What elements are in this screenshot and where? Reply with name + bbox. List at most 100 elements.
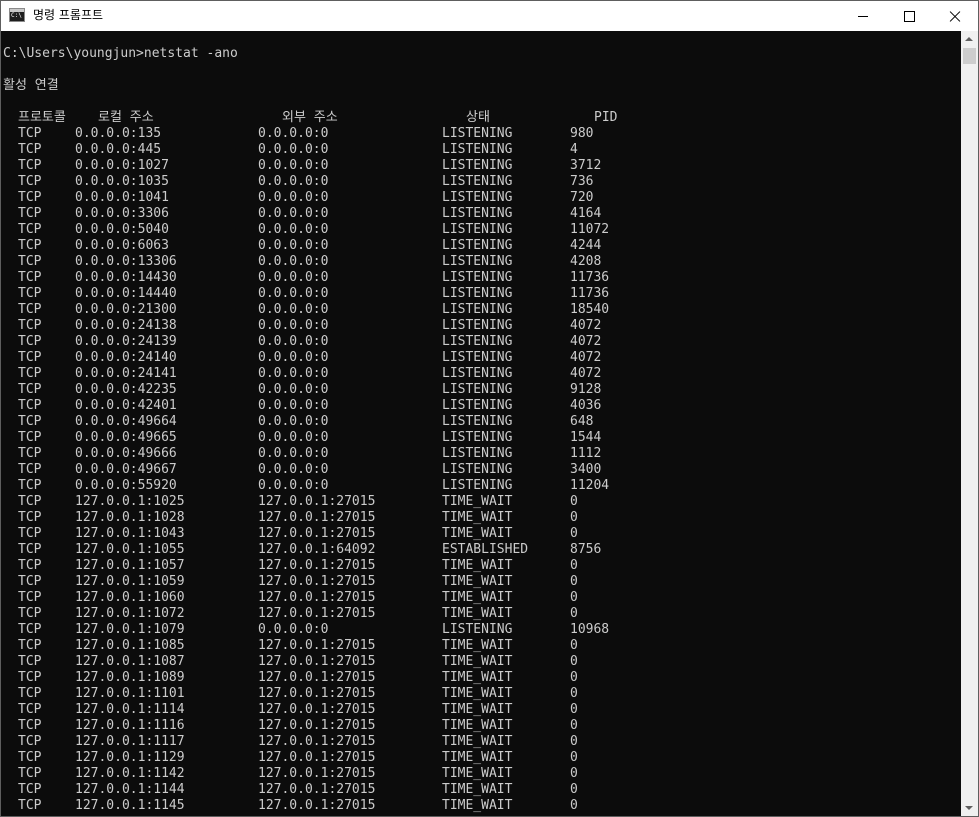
table-row: TCP 0.0.0.0:445 0.0.0.0:0 LISTENING 4 [1, 142, 961, 158]
cell-foreign: 127.0.0.1:27015 [258, 590, 376, 605]
cell-state: LISTENING [442, 126, 513, 141]
table-row: TCP 127.0.0.1:1101 127.0.0.1:27015 TIME_WAI… [1, 686, 961, 702]
cell-local: 0.0.0.0:49664 [75, 414, 177, 429]
cell-proto: TCP [18, 366, 42, 381]
minimize-button[interactable] [840, 1, 886, 31]
cell-pid: 0 [570, 510, 578, 525]
cell-pid: 11736 [570, 270, 610, 285]
cell-state: LISTENING [442, 350, 513, 365]
cell-state: ESTABLISHED [442, 542, 529, 557]
cell-pid: 11072 [570, 222, 610, 237]
cell-foreign: 0.0.0.0:0 [258, 190, 329, 205]
cell-foreign: 127.0.0.1:27015 [258, 702, 376, 717]
maximize-button[interactable] [886, 1, 932, 31]
table-row: TCP 127.0.0.1:1114 127.0.0.1:27015 TIME_WAI… [1, 702, 961, 718]
close-button[interactable] [932, 1, 978, 31]
cell-foreign: 0.0.0.0:0 [258, 318, 329, 333]
cell-state: LISTENING [442, 302, 513, 317]
cell-pid: 4208 [570, 254, 602, 269]
command-prompt-window: 명령 프롬프트 C:\Users\youngjun>netstat -ano 활… [0, 0, 979, 817]
cell-pid: 0 [570, 670, 578, 685]
vertical-scrollbar[interactable] [961, 31, 978, 816]
cell-proto: TCP [18, 654, 42, 669]
scroll-up-arrow-icon[interactable] [961, 31, 978, 48]
table-row: TCP 0.0.0.0:1041 0.0.0.0:0 LISTENING 720 [1, 190, 961, 206]
table-row: TCP 0.0.0.0:49666 0.0.0.0:0 LISTENING 1112 [1, 446, 961, 462]
table-row: TCP 0.0.0.0:135 0.0.0.0:0 LISTENING 980 [1, 126, 961, 142]
console-output[interactable]: C:\Users\youngjun>netstat -ano 활성 연결 프로토… [1, 31, 961, 816]
cell-pid: 0 [570, 734, 578, 749]
cell-state: LISTENING [442, 478, 513, 493]
cell-foreign: 0.0.0.0:0 [258, 414, 329, 429]
table-row: TCP 0.0.0.0:13306 0.0.0.0:0 LISTENING 4208 [1, 254, 961, 270]
cell-local: 0.0.0.0:24138 [75, 318, 177, 333]
cell-proto: TCP [18, 702, 42, 717]
cell-foreign: 127.0.0.1:27015 [258, 510, 376, 525]
table-row: TCP 127.0.0.1:1129 127.0.0.1:27015 TIME_WAI… [1, 750, 961, 766]
cell-proto: TCP [18, 270, 42, 285]
cell-proto: TCP [18, 766, 42, 781]
cell-foreign: 0.0.0.0:0 [258, 350, 329, 365]
cell-proto: TCP [18, 222, 42, 237]
table-row: TCP 127.0.0.1:1055 127.0.0.1:64092 ESTABLIS… [1, 542, 961, 558]
cell-foreign: 127.0.0.1:27015 [258, 494, 376, 509]
table-row: TCP 0.0.0.0:42401 0.0.0.0:0 LISTENING 4036 [1, 398, 961, 414]
window-title: 명령 프롬프트 [33, 8, 104, 22]
table-row: TCP 127.0.0.1:1043 127.0.0.1:27015 TIME_WAI… [1, 526, 961, 542]
cell-local: 127.0.0.1:1117 [75, 734, 185, 749]
cell-proto: TCP [18, 382, 42, 397]
cell-pid: 0 [570, 798, 578, 813]
table-row: TCP 0.0.0.0:6063 0.0.0.0:0 LISTENING 4244 [1, 238, 961, 254]
cell-local: 127.0.0.1:1079 [75, 622, 185, 637]
cell-pid: 4 [570, 142, 578, 157]
cell-local: 127.0.0.1:1057 [75, 558, 185, 573]
cell-pid: 0 [570, 782, 578, 797]
cell-local: 0.0.0.0:55920 [75, 478, 177, 493]
cell-pid: 11204 [570, 478, 610, 493]
cell-foreign: 127.0.0.1:27015 [258, 750, 376, 765]
cell-proto: TCP [18, 350, 42, 365]
cell-foreign: 0.0.0.0:0 [258, 430, 329, 445]
cell-pid: 720 [570, 190, 594, 205]
cell-pid: 0 [570, 750, 578, 765]
cell-local: 0.0.0.0:49665 [75, 430, 177, 445]
cell-pid: 0 [570, 638, 578, 653]
cell-foreign: 127.0.0.1:27015 [258, 526, 376, 541]
cell-proto: TCP [18, 734, 42, 749]
cell-proto: TCP [18, 126, 42, 141]
cell-state: TIME_WAIT [442, 670, 513, 685]
cell-pid: 736 [570, 174, 594, 189]
cell-foreign: 0.0.0.0:0 [258, 286, 329, 301]
table-row: TCP 0.0.0.0:24138 0.0.0.0:0 LISTENING 4072 [1, 318, 961, 334]
cell-foreign: 0.0.0.0:0 [258, 366, 329, 381]
cell-state: TIME_WAIT [442, 734, 513, 749]
cell-state: LISTENING [442, 462, 513, 477]
cell-local: 0.0.0.0:24141 [75, 366, 177, 381]
cell-local: 127.0.0.1:1028 [75, 510, 185, 525]
cell-local: 0.0.0.0:3306 [75, 206, 169, 221]
cell-pid: 0 [570, 654, 578, 669]
connection-table: TCP 0.0.0.0:135 0.0.0.0:0 LISTENING 980 TCP 0.… [1, 126, 961, 814]
cell-state: LISTENING [442, 430, 513, 445]
cell-local: 0.0.0.0:14430 [75, 270, 177, 285]
cell-local: 127.0.0.1:1101 [75, 686, 185, 701]
title-bar[interactable]: 명령 프롬프트 [1, 0, 978, 31]
cell-local: 127.0.0.1:1059 [75, 574, 185, 589]
scrollbar-thumb[interactable] [963, 48, 976, 64]
cell-foreign: 127.0.0.1:27015 [258, 686, 376, 701]
minimize-icon [858, 15, 868, 17]
cell-state: LISTENING [442, 334, 513, 349]
cell-local: 127.0.0.1:1087 [75, 654, 185, 669]
cell-proto: TCP [18, 638, 42, 653]
cell-state: TIME_WAIT [442, 606, 513, 621]
cell-pid: 980 [570, 126, 594, 141]
cell-local: 0.0.0.0:135 [75, 126, 162, 141]
scroll-down-arrow-icon[interactable] [961, 799, 978, 816]
cell-proto: TCP [18, 190, 42, 205]
cell-local: 127.0.0.1:1085 [75, 638, 185, 653]
console-app-icon[interactable] [9, 8, 25, 22]
cell-local: 0.0.0.0:21300 [75, 302, 177, 317]
table-row: TCP 0.0.0.0:24139 0.0.0.0:0 LISTENING 4072 [1, 334, 961, 350]
cell-proto: TCP [18, 574, 42, 589]
table-row: TCP 127.0.0.1:1060 127.0.0.1:27015 TIME_WAI… [1, 590, 961, 606]
